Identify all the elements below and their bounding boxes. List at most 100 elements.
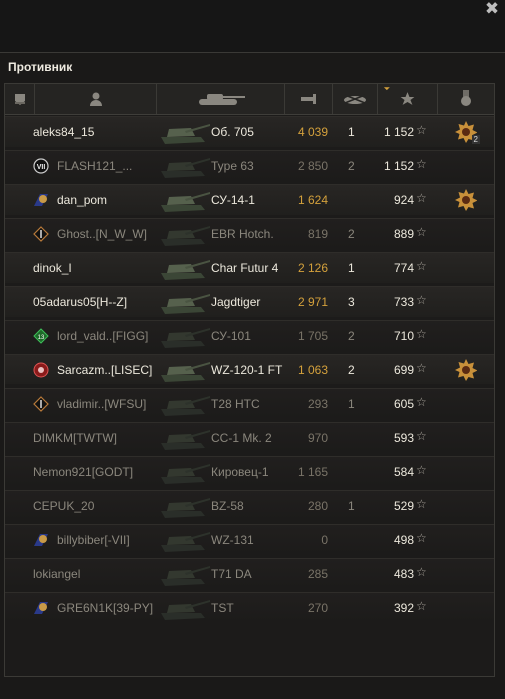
damage-value: 2 126 [297,260,328,275]
frags-value: 2 [348,158,355,173]
table-row[interactable]: GRE6N1K[39-PY] TST 270 392 ☆ [5,591,494,623]
player-name[interactable]: FLASH121_... [57,159,132,173]
player-name[interactable]: Sarcazm..[LISEC] [57,363,152,377]
damage-value: 4 039 [297,125,328,139]
experience-value: 529 [393,498,414,513]
table-row[interactable]: dinok_I Char Futur 4 2 126 1 774 ☆ [5,251,494,283]
player-icon[interactable] [35,84,157,114]
table-row[interactable]: DIMKM[TWTW] CC-1 Mk. 2 970 593 ☆ [5,421,494,453]
star-icon: ☆ [416,224,427,239]
damage-icon[interactable] [285,84,333,114]
table-row[interactable]: billybiber[-VII] WZ-131 0 498 ☆ [5,523,494,555]
star-icon: ☆ [416,326,427,341]
star-icon: ☆ [416,462,427,477]
tank-icon[interactable] [157,84,285,114]
close-icon[interactable]: ✖ [483,0,501,18]
achievements-icon[interactable] [438,84,494,114]
table-row[interactable]: Ghost..[N_W_W] EBR Hotch. 819 2 889 ☆ [5,217,494,249]
table-header [5,84,494,115]
tank-icon [155,149,211,181]
table-row[interactable]: CEPUK_20 BZ-58 280 1 529 ☆ [5,489,494,521]
clan-emblem-icon: 13 [32,328,50,344]
player-name[interactable]: GRE6N1K[39-PY] [57,601,153,615]
player-name[interactable]: Ghost..[N_W_W] [57,227,147,241]
experience-value: 710 [393,328,414,343]
clan-emblem-icon [32,396,50,412]
player-name[interactable]: vladimir..[WFSU] [57,397,146,411]
experience-star-icon[interactable] [378,84,438,114]
player-name[interactable]: DIMKM[TWTW] [33,431,117,445]
experience-value: 774 [393,260,414,275]
clan-emblem-icon [32,226,50,242]
window-top-bar: ✖ [0,0,505,52]
damage-value: 1 624 [297,192,328,207]
star-icon: ☆ [416,156,427,171]
medal-icon[interactable]: 2 [455,121,480,144]
clan-emblem-icon [32,362,50,378]
vehicle-name: Jagdtiger [211,294,261,309]
vehicle-name: СУ-14-1 [211,192,255,207]
vehicle-name: EBR Hotch. [211,226,274,241]
table-row[interactable]: dan_pom СУ-14-1 1 624 924 ☆ [5,183,494,215]
experience-value: 1 152 [383,158,414,173]
vehicle-name: Char Futur 4 [211,260,279,275]
star-icon: ☆ [416,598,427,613]
star-icon: ☆ [416,496,427,511]
table-row[interactable]: aleks84_15 Об. 705 4 039 1 1 152 ☆ 2 [5,116,494,147]
table-row[interactable]: VII FLASH121_... Type 63 2 850 2 1 152 ☆ [5,149,494,181]
table-row[interactable]: vladimir..[WFSU] T28 HTC 293 1 605 ☆ [5,387,494,419]
table-row[interactable]: Sarcazm..[LISEC] WZ-120-1 FT 1 063 2 699 ☆ [5,353,494,385]
tank-icon [155,115,211,147]
damage-value: 0 [321,532,328,547]
player-name[interactable]: aleks84_15 [33,125,94,139]
experience-value: 584 [393,464,414,479]
tank-icon [155,183,211,215]
player-name[interactable]: lord_vald..[FIGG] [57,329,148,343]
vehicle-name: СУ-101 [211,328,251,343]
damage-value: 293 [307,396,328,411]
medal-icon[interactable] [455,358,478,381]
table-row[interactable]: lokiangel T71 DA 285 483 ☆ [5,557,494,589]
player-name[interactable]: lokiangel [33,567,80,581]
damage-value: 270 [307,600,328,615]
enemy-team-panel: Противник aleks84_15 Об. 705 4 039 1 1 1… [0,52,505,699]
vehicle-name: BZ-58 [211,498,244,513]
vehicle-name: T71 DA [211,566,252,581]
table-row[interactable]: Nemon921[GODT] Кировец-1 1 165 584 ☆ [5,455,494,487]
table-row[interactable]: 13 lord_vald..[FIGG] СУ-101 1 705 2 710 ☆ [5,319,494,351]
medal-icon[interactable] [455,188,478,211]
vehicle-name: Type 63 [211,158,254,173]
star-icon: ☆ [416,360,427,375]
squad-icon[interactable] [5,84,35,114]
frags-icon[interactable] [333,84,378,114]
experience-value: 889 [393,226,414,241]
player-name[interactable]: Nemon921[GODT] [33,465,133,479]
tank-icon [155,591,211,623]
frags-value: 1 [348,396,355,411]
tank-icon [155,557,211,589]
star-icon: ☆ [416,530,427,545]
player-name[interactable]: 05adarus05[H--Z] [33,295,127,309]
player-name[interactable]: billybiber[-VII] [57,533,130,547]
tank-icon [155,523,211,555]
experience-value: 733 [393,294,414,309]
tank-icon [155,319,211,351]
damage-value: 1 165 [297,464,328,479]
vehicle-name: Кировец-1 [211,464,269,479]
tank-icon [155,387,211,419]
tank-icon [155,217,211,249]
svg-text:VII: VII [37,164,46,171]
star-icon: ☆ [416,394,427,409]
star-icon: ☆ [416,564,427,579]
player-name[interactable]: dinok_I [33,261,72,275]
damage-value: 285 [307,566,328,581]
player-name[interactable]: CEPUK_20 [33,499,94,513]
player-name[interactable]: dan_pom [57,193,107,207]
damage-value: 819 [307,226,328,241]
enemy-team-table: aleks84_15 Об. 705 4 039 1 1 152 ☆ 2 VII FLASH12… [4,83,495,677]
clan-emblem-icon [32,600,50,616]
table-row[interactable]: 05adarus05[H--Z] Jagdtiger 2 971 3 733 ☆ [5,285,494,317]
tier-badge-icon: VII [32,158,50,174]
frags-value: 2 [348,226,355,241]
experience-value: 1 152 [383,125,414,139]
